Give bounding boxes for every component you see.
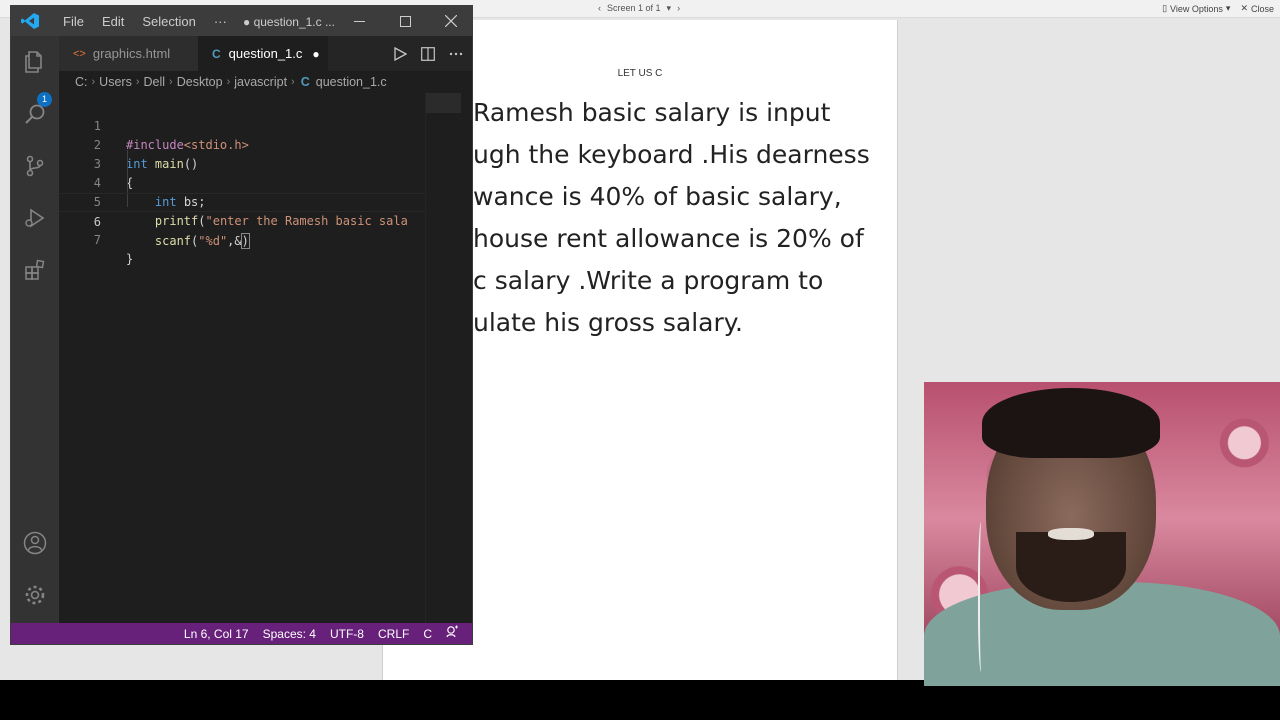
vscode-window: File Edit Selection ··· ● question_1.c .… bbox=[10, 5, 473, 645]
more-actions-icon[interactable] bbox=[449, 47, 463, 61]
status-language[interactable]: C bbox=[416, 623, 439, 644]
page-line: ugh the keyboard .His dearness bbox=[473, 140, 870, 169]
code-line: 5 printf("enter the Ramesh basic sala bbox=[59, 174, 425, 228]
breadcrumb: C: › Users › Dell › Desktop › javascript › C … bbox=[59, 71, 472, 93]
window-title: ● question_1.c ... bbox=[243, 15, 335, 29]
chevron-right-icon: › bbox=[291, 76, 295, 88]
minimap[interactable] bbox=[425, 93, 462, 623]
chevron-right-icon: › bbox=[226, 76, 231, 88]
menu-selection[interactable]: Selection bbox=[133, 13, 204, 31]
minimap-slider[interactable] bbox=[426, 93, 462, 113]
close-reader-button[interactable]: ✕ Close bbox=[1240, 3, 1274, 14]
code-text: scanf("%d",&) bbox=[154, 233, 250, 249]
prev-page-icon[interactable]: ‹ bbox=[598, 3, 601, 14]
settings-gear-icon[interactable] bbox=[23, 583, 47, 607]
breadcrumb-item[interactable]: question_1.c bbox=[316, 75, 387, 89]
chevron-right-icon: › bbox=[169, 76, 173, 88]
reader-page-nav[interactable]: ‹ Screen 1 of 1 ▾ › bbox=[598, 3, 680, 14]
person-hair bbox=[982, 388, 1160, 458]
reader-options: ▯ View Options ▾ ✕ Close bbox=[1162, 3, 1274, 14]
source-control-icon[interactable] bbox=[23, 154, 47, 178]
breadcrumb-item[interactable]: C: bbox=[75, 75, 88, 89]
bracket-match: ) bbox=[240, 233, 250, 249]
minimize-button[interactable] bbox=[336, 6, 382, 36]
tab-graphics-html[interactable]: <> graphics.html bbox=[59, 36, 198, 71]
menu-more[interactable]: ··· bbox=[205, 13, 236, 31]
code-line: 7 } bbox=[59, 212, 425, 266]
view-options-dropdown-icon: ▾ bbox=[1225, 3, 1231, 13]
feedback-icon-glyph bbox=[446, 625, 458, 638]
menu-file[interactable]: File bbox=[54, 13, 93, 31]
page-line: Ramesh basic salary is input bbox=[473, 98, 831, 127]
person-mouth bbox=[1048, 528, 1094, 540]
status-bar: Ln 6, Col 17 Spaces: 4 UTF-8 CRLF C bbox=[11, 623, 472, 644]
page-dropdown-icon[interactable]: ▾ bbox=[667, 3, 672, 14]
person-beard bbox=[1016, 532, 1126, 602]
chevron-right-icon: › bbox=[91, 76, 96, 88]
view-options-button[interactable]: ▯ View Options ▾ bbox=[1162, 3, 1230, 14]
menu-edit[interactable]: Edit bbox=[93, 13, 133, 31]
title-bar: File Edit Selection ··· ● question_1.c .… bbox=[11, 6, 472, 36]
page-line: house rent allowance is 20% of bbox=[473, 224, 864, 253]
close-icon: ✕ bbox=[1240, 3, 1248, 13]
tab-label: question_1.c bbox=[228, 46, 303, 61]
reader-page-label: Screen 1 of 1 bbox=[607, 3, 661, 13]
close-icon bbox=[445, 15, 457, 27]
split-editor-icon[interactable] bbox=[421, 46, 435, 61]
c-file-icon: C bbox=[300, 75, 310, 89]
view-options-label: View Options bbox=[1170, 3, 1223, 14]
code-text: } bbox=[126, 252, 134, 266]
accounts-icon[interactable] bbox=[23, 531, 47, 555]
breadcrumb-item[interactable]: javascript bbox=[234, 75, 287, 89]
line-number: 7 bbox=[93, 233, 101, 247]
search-icon[interactable] bbox=[23, 102, 47, 126]
code-line-current: 6 scanf("%d",&) bbox=[59, 193, 425, 249]
code-line: 2 int main() bbox=[59, 117, 425, 171]
earphone-wire bbox=[978, 522, 986, 672]
unsaved-dot-icon[interactable]: ● bbox=[312, 47, 319, 61]
html-file-icon: <> bbox=[73, 47, 86, 60]
view-options-icon: ▯ bbox=[1162, 3, 1168, 13]
page-line: ulate his gross salary. bbox=[473, 308, 743, 337]
page-line: c salary .Write a program to bbox=[473, 266, 824, 295]
code-token: scanf bbox=[154, 234, 192, 248]
tab-actions bbox=[393, 36, 463, 71]
tab-question-1-c[interactable]: C question_1.c ● bbox=[198, 36, 328, 71]
activity-bar: 1 bbox=[11, 36, 59, 623]
status-cursor-position[interactable]: Ln 6, Col 17 bbox=[177, 623, 256, 644]
status-eol[interactable]: CRLF bbox=[371, 623, 416, 644]
chevron-right-icon: › bbox=[135, 76, 140, 88]
code-editor[interactable]: 1 #include<stdio.h> 2 int main() 3 { 4 i… bbox=[59, 93, 425, 623]
webcam-overlay bbox=[924, 382, 1280, 686]
run-debug-icon[interactable] bbox=[23, 206, 47, 230]
code-line: 1 #include<stdio.h> bbox=[59, 98, 425, 152]
maximize-icon bbox=[399, 15, 411, 27]
tab-label: graphics.html bbox=[92, 46, 171, 61]
code-line: 3 { bbox=[59, 136, 425, 190]
close-reader-label: Close bbox=[1250, 3, 1274, 14]
vscode-logo-icon bbox=[21, 13, 39, 29]
status-indentation[interactable]: Spaces: 4 bbox=[256, 623, 323, 644]
breadcrumb-item[interactable]: Dell bbox=[144, 75, 166, 89]
code-token: "%d" bbox=[198, 234, 228, 248]
breadcrumb-item[interactable]: Desktop bbox=[177, 75, 223, 89]
page-text: Ramesh basic salary is input ugh the key… bbox=[473, 92, 893, 344]
screen-bottom-bar bbox=[0, 680, 1280, 720]
next-page-icon[interactable]: › bbox=[677, 3, 680, 14]
breadcrumb-item[interactable]: Users bbox=[99, 75, 132, 89]
explorer-icon[interactable] bbox=[23, 50, 47, 74]
extensions-icon[interactable] bbox=[23, 258, 47, 282]
status-encoding[interactable]: UTF-8 bbox=[323, 623, 371, 644]
c-file-icon: C bbox=[212, 46, 221, 61]
run-file-icon[interactable] bbox=[393, 46, 407, 61]
minimize-icon bbox=[353, 20, 365, 22]
menu-bar: File Edit Selection ··· bbox=[54, 13, 236, 31]
vertical-scrollbar[interactable] bbox=[461, 93, 472, 623]
editor-tabs: <> graphics.html C question_1.c ● bbox=[59, 36, 472, 71]
page-line: wance is 40% of basic salary, bbox=[473, 182, 842, 211]
close-window-button[interactable] bbox=[428, 6, 472, 36]
feedback-icon[interactable] bbox=[439, 623, 466, 644]
maximize-button[interactable] bbox=[382, 6, 428, 36]
code-line: 4 int bs; bbox=[59, 155, 425, 209]
